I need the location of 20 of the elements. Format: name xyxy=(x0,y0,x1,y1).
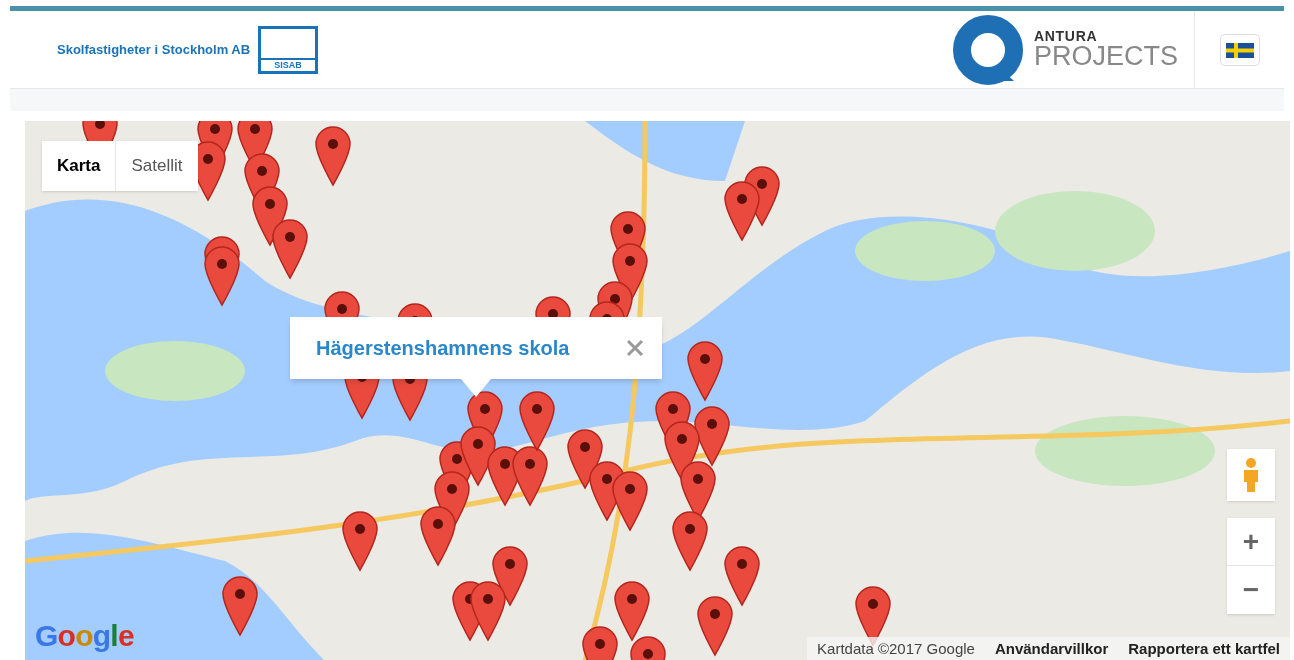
product-logo-icon xyxy=(951,14,1026,85)
map-type-tab[interactable]: Karta xyxy=(42,141,116,191)
product-brand: ANTURA xyxy=(1033,29,1099,43)
map-type-tab[interactable]: Satellit xyxy=(115,141,198,191)
map-area[interactable]: Karta Satellit Hägerstenshamnens skola + − Google Kartdata ©2017 Google Användarvillkor Rapportera ett kartfel xyxy=(25,121,1290,660)
zoom-in-button[interactable]: + xyxy=(1227,518,1275,566)
company-name: Skolfastigheter i Stockholm AB xyxy=(57,40,251,59)
sweden-flag-icon[interactable] xyxy=(1219,33,1260,66)
attribution-text: Kartdata ©2017 Google xyxy=(816,638,976,659)
close-icon[interactable] xyxy=(626,339,644,357)
info-window-title[interactable]: Hägerstenshamnens skola xyxy=(316,333,626,363)
map-logo: Google xyxy=(35,618,134,654)
info-window-pointer-icon xyxy=(461,379,491,397)
attribution-link[interactable]: Rapportera ett kartfel xyxy=(1118,637,1290,660)
product-name: PROJECTS xyxy=(1033,43,1178,70)
attribution-link[interactable]: Användarvillkor xyxy=(984,637,1119,660)
zoom-out-button[interactable]: − xyxy=(1227,566,1275,614)
person-icon xyxy=(1241,457,1261,493)
company-logo: SISAB xyxy=(258,25,319,74)
street-view-control[interactable] xyxy=(1227,449,1275,501)
